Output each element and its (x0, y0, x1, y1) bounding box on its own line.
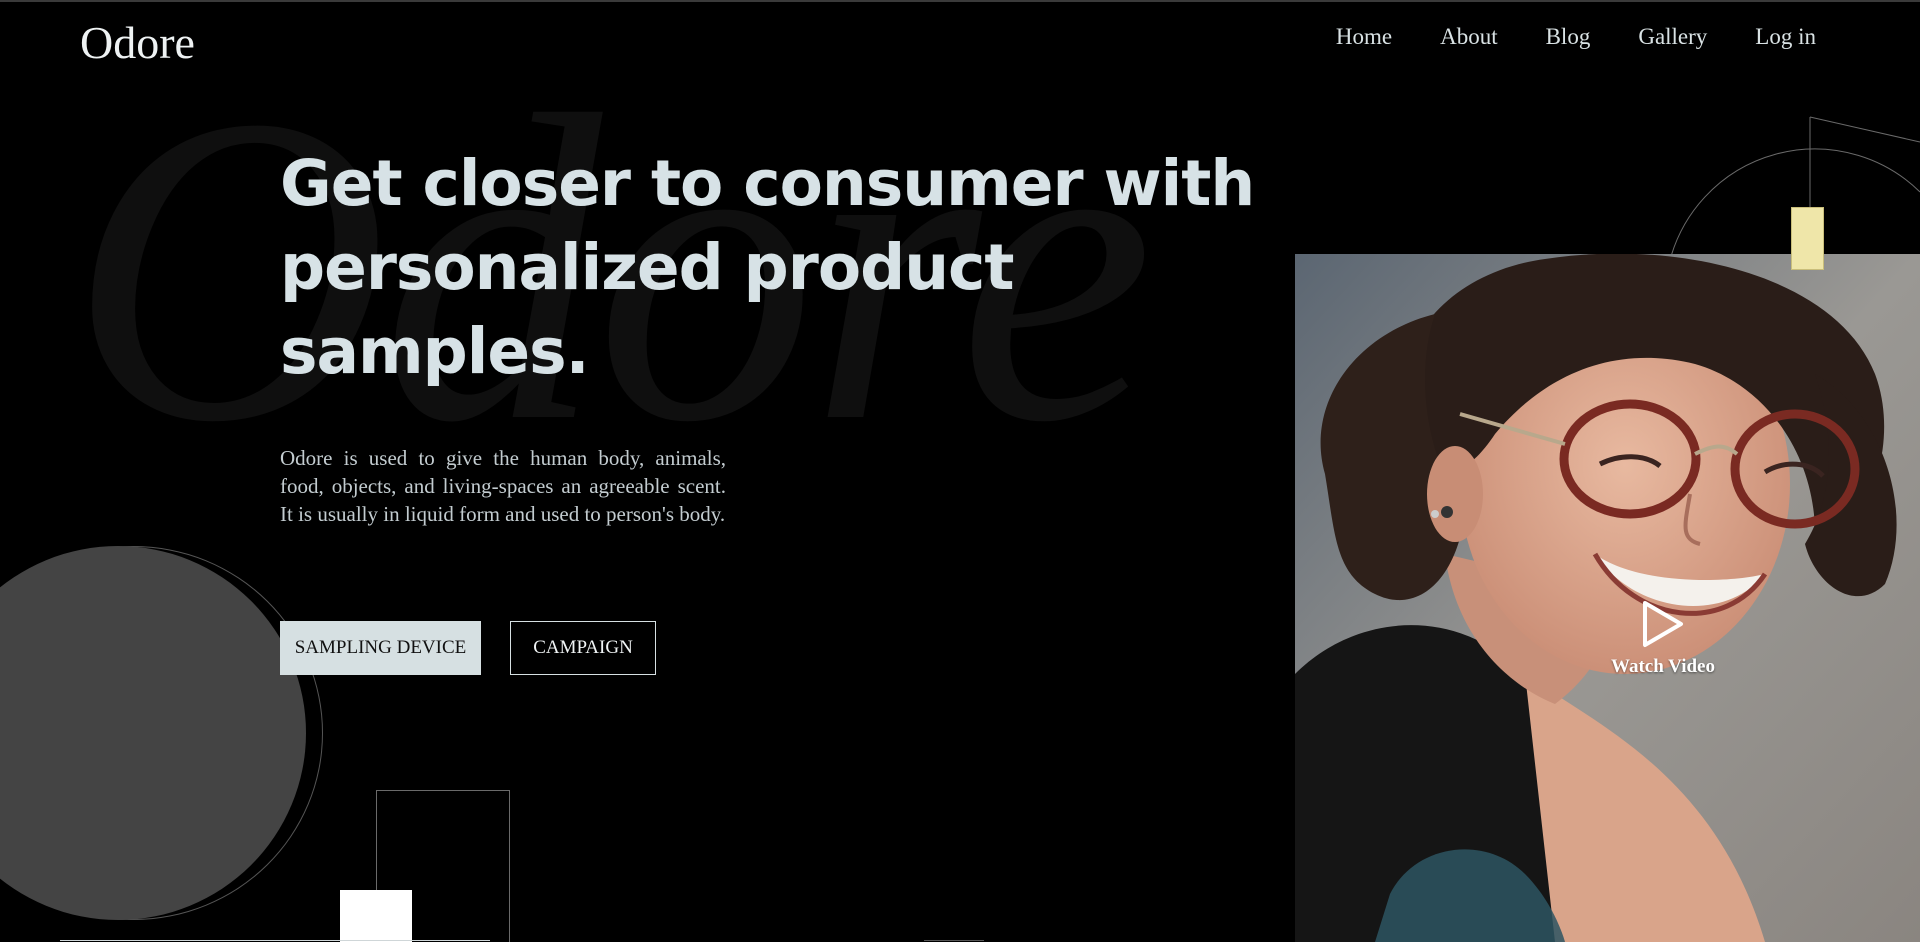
sampling-device-button[interactable]: SAMPLING DEVICE (280, 621, 481, 675)
watch-video-label: Watch Video (1611, 656, 1715, 677)
nav-home[interactable]: Home (1336, 24, 1392, 50)
decorative-lines (1669, 116, 1920, 261)
nav-gallery[interactable]: Gallery (1638, 24, 1707, 50)
decorative-baseline-short (924, 940, 984, 941)
top-rule (0, 0, 1920, 2)
nav-login[interactable]: Log in (1755, 24, 1816, 50)
decorative-baseline (60, 940, 490, 941)
accent-tab (1791, 207, 1824, 270)
site-logo[interactable]: Odore (80, 16, 195, 69)
decorative-block (340, 890, 412, 942)
hero-description: Odore is used to give the human body, an… (280, 446, 726, 526)
campaign-button[interactable]: CAMPAIGN (510, 621, 656, 675)
play-icon (1643, 601, 1683, 647)
watch-video-button[interactable]: Watch Video (1598, 598, 1728, 678)
landing-page: Odore Odore Home About Blog Gallery Log … (0, 0, 1920, 942)
main-nav: Home About Blog Gallery Log in (1336, 24, 1816, 50)
nav-about[interactable]: About (1440, 24, 1498, 50)
nav-blog[interactable]: Blog (1546, 24, 1591, 50)
hero-title: Get closer to consumer with personalized… (280, 147, 1255, 388)
